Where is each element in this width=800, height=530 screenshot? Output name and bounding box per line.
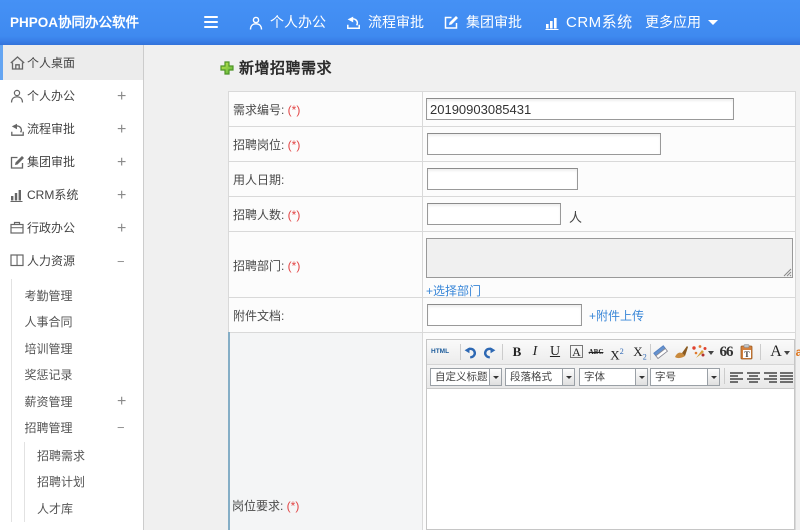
- svg-text:T: T: [744, 350, 750, 359]
